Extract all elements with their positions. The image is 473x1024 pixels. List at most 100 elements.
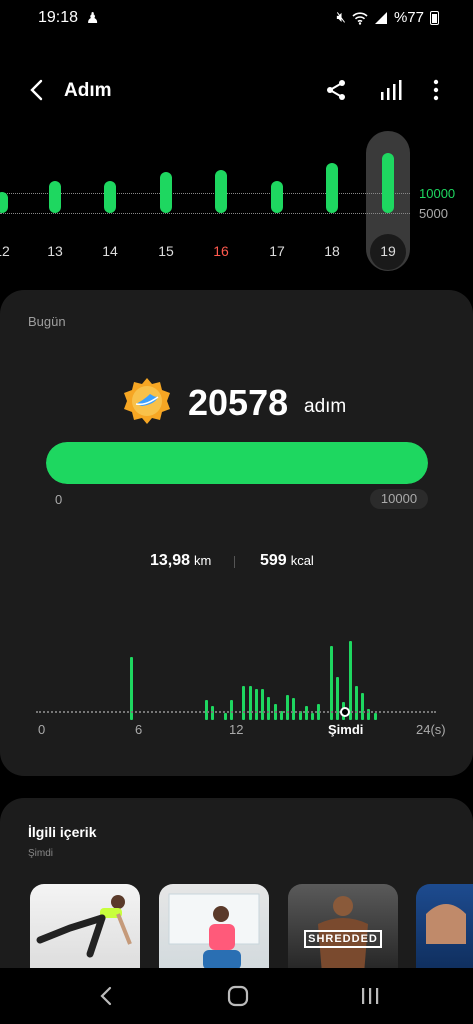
battery-icon	[430, 10, 439, 25]
progress-min-label: 0	[55, 492, 63, 507]
share-button[interactable]	[322, 76, 350, 104]
day-column[interactable]: 15	[146, 130, 186, 275]
status-bar: 19:18 ♟ 🔇︎ %77	[0, 0, 473, 36]
day-label: 19	[380, 243, 396, 259]
day-label: 12	[0, 243, 10, 259]
day-steps-bar	[382, 153, 394, 213]
trends-button[interactable]	[376, 76, 404, 104]
day-column[interactable]: 19	[368, 130, 408, 275]
hourly-steps-chart	[36, 630, 436, 720]
hourly-bar	[349, 641, 352, 720]
status-icons: 🔇︎ %77	[337, 9, 439, 26]
wifi-icon	[352, 11, 368, 25]
hour-label-24: 24(s)	[416, 722, 446, 737]
activity-icon: ♟	[86, 10, 100, 27]
hourly-bar	[224, 713, 227, 720]
now-marker	[340, 707, 350, 717]
page-title: Adım	[64, 80, 112, 101]
day-steps-bar	[271, 181, 283, 213]
signal-icon	[374, 11, 387, 24]
nav-home-icon	[227, 985, 249, 1007]
day-steps-bar	[160, 172, 172, 213]
daily-steps-strip[interactable]: 12 13 14 15 16 17 18 19 10000 5000	[0, 130, 473, 280]
day-column[interactable]: 17	[257, 130, 297, 275]
steps-count: 20578	[188, 382, 289, 423]
chevron-left-icon	[30, 79, 43, 101]
nav-home-button[interactable]	[224, 982, 252, 1010]
distance-unit: km	[194, 553, 212, 568]
hourly-bar	[255, 689, 258, 720]
day-column[interactable]: 12	[0, 130, 22, 275]
hourly-bar	[286, 695, 289, 720]
hourly-bar	[230, 700, 233, 720]
shredded-label: SHREDDED	[304, 930, 382, 948]
day-label: 15	[158, 243, 174, 259]
hourly-bar	[267, 697, 270, 720]
steps-unit: adım	[304, 396, 347, 417]
goal-label-10000: 10000	[419, 186, 456, 201]
day-column[interactable]: 14	[90, 130, 130, 275]
hourly-bar	[361, 693, 364, 720]
stats-divider	[234, 556, 235, 568]
hourly-bar	[261, 689, 264, 720]
today-stats: 13,98 km 599 kcal	[0, 552, 473, 574]
more-options-button[interactable]	[422, 76, 450, 104]
hourly-bar	[205, 700, 208, 720]
hourly-bar	[374, 713, 377, 720]
system-navigation-bar	[0, 968, 473, 1024]
day-column[interactable]: 18	[312, 130, 352, 275]
day-label: 18	[324, 243, 340, 259]
progress-goal-badge[interactable]: 10000	[370, 489, 428, 509]
hourly-bar	[249, 686, 252, 720]
hour-label-12: 12	[229, 722, 244, 737]
distance-stat: 13,98 km	[150, 552, 211, 570]
hourly-bar	[242, 686, 245, 720]
hour-label-6: 6	[135, 722, 143, 737]
share-icon	[327, 80, 345, 100]
today-card: Bugün 20578 adım 0 10000 13,98 km 599 kcal…	[0, 290, 473, 776]
hourly-bar	[336, 677, 339, 720]
medal-icon	[124, 378, 170, 424]
day-steps-bar	[326, 163, 338, 213]
calories-unit: kcal	[290, 553, 314, 568]
battery-percent: %77	[393, 9, 424, 26]
status-time: 19:18	[38, 9, 79, 26]
calories-stat: 599 kcal	[260, 552, 314, 570]
hourly-axis	[36, 711, 436, 713]
day-label: 14	[102, 243, 118, 259]
day-steps-bar	[104, 181, 116, 213]
goal-label-5000: 5000	[419, 206, 448, 221]
hourly-bar	[330, 646, 333, 720]
hourly-bar	[311, 713, 314, 720]
related-title: İlgili içerik	[28, 824, 97, 840]
day-steps-bar	[215, 170, 227, 213]
back-button[interactable]	[22, 76, 50, 104]
calories-value: 599	[260, 552, 287, 569]
day-steps-bar	[49, 181, 61, 213]
hour-label-0: 0	[38, 722, 46, 737]
day-label: 17	[269, 243, 285, 259]
day-label: 13	[47, 243, 63, 259]
day-column[interactable]: 16	[201, 130, 241, 275]
more-vertical-icon	[433, 79, 439, 101]
day-label: 16	[213, 243, 229, 259]
hourly-bar	[355, 686, 358, 720]
distance-value: 13,98	[150, 552, 191, 569]
nav-recent-icon	[362, 988, 379, 1004]
app-header: Adım	[0, 68, 473, 114]
hour-label-now: Şimdi	[328, 722, 364, 737]
steps-progress-fill	[46, 442, 428, 484]
day-column[interactable]: 13	[35, 130, 75, 275]
day-steps-bar	[0, 192, 8, 213]
nav-back-button[interactable]	[92, 982, 120, 1010]
related-subtitle: Şimdi	[28, 848, 54, 859]
mute-icon: 🔇︎	[336, 9, 346, 26]
nav-back-icon	[100, 986, 112, 1006]
today-label: Bugün	[28, 314, 66, 329]
nav-recent-apps-button[interactable]	[356, 982, 384, 1010]
hourly-bar	[211, 706, 214, 720]
steps-progress-bar	[46, 442, 428, 484]
hourly-bar	[292, 698, 295, 720]
bar-chart-icon	[381, 80, 402, 100]
hourly-bar	[305, 706, 308, 720]
